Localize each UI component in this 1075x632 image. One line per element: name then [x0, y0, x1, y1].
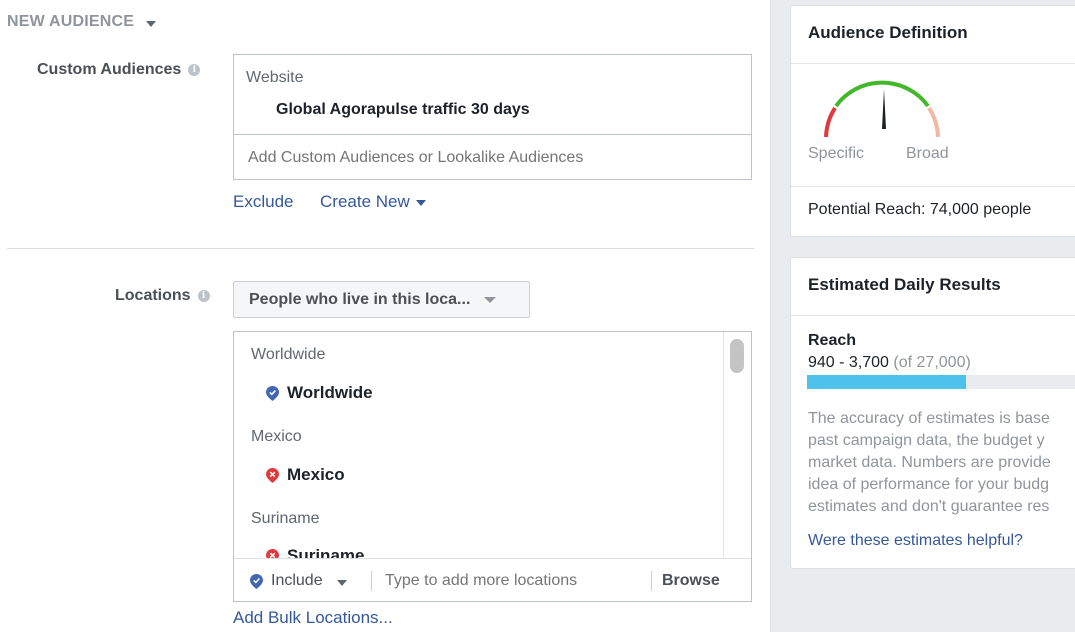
location-search-input[interactable] [372, 572, 651, 590]
disclaimer-line: past campaign data, the budget y [808, 432, 1045, 449]
audience-definition-card: Audience Definition Specific Broad Poten… [790, 5, 1075, 237]
info-icon[interactable]: i [188, 64, 201, 76]
disclaimer-line: idea of performance for your budg [808, 476, 1050, 493]
estimates-sidebar: Audience Definition Specific Broad Poten… [770, 0, 1075, 632]
targeting-panel: NEW AUDIENCE Custom Audiences i Website … [0, 0, 770, 632]
divider [791, 315, 1075, 316]
locations-label: Locations i [115, 287, 210, 305]
excluded-pin-icon [266, 467, 279, 483]
include-label: Include [271, 572, 323, 589]
disclaimer-line: estimates and don't guarantee res [808, 498, 1050, 515]
chevron-down-icon [484, 296, 497, 303]
gauge-specific-label: Specific [808, 145, 865, 162]
create-new-label: Create New [320, 192, 410, 211]
disclaimer-line: market data. Numbers are provide [808, 454, 1051, 471]
estimated-results-title: Estimated Daily Results [808, 275, 1001, 294]
included-pin-icon [266, 385, 279, 401]
locations-box: Worldwide Worldwide Mexico Mexico Surina… [233, 331, 752, 602]
reach-range-value: 940 - 3,700 [808, 354, 889, 371]
location-item[interactable]: Suriname [266, 546, 364, 558]
audience-definition-title: Audience Definition [808, 23, 968, 42]
divider [234, 134, 751, 135]
include-dropdown[interactable]: Include [234, 572, 371, 590]
custom-audiences-label-text: Custom Audiences [37, 61, 182, 78]
custom-audiences-box[interactable]: Website Global Agorapulse traffic 30 day… [233, 54, 752, 180]
locations-list[interactable]: Worldwide Worldwide Mexico Mexico Surina… [234, 332, 722, 558]
reach-progress-fill [807, 375, 966, 389]
reach-total: (of 27,000) [893, 354, 971, 371]
estimates-helpful-link[interactable]: Were these estimates helpful? [808, 532, 1023, 550]
chevron-down-icon[interactable] [146, 20, 157, 27]
potential-reach: Potential Reach: 74,000 people [808, 201, 1032, 218]
custom-audience-group-title: Website [246, 69, 304, 86]
section-divider [7, 248, 754, 249]
custom-audiences-label: Custom Audiences i [37, 61, 201, 79]
location-group-title: Mexico [251, 428, 302, 445]
location-type-value: People who live in this loca... [249, 290, 471, 308]
create-new-dropdown[interactable]: Create New [320, 192, 426, 212]
location-type-select[interactable]: People who live in this loca... [233, 281, 530, 318]
location-item[interactable]: Mexico [266, 465, 345, 485]
location-item[interactable]: Worldwide [266, 383, 373, 403]
audience-size-gauge-icon [824, 80, 940, 138]
divider [791, 63, 1075, 64]
excluded-pin-icon [266, 548, 279, 558]
custom-audiences-input[interactable] [248, 149, 728, 167]
reach-progress-bar [807, 375, 1075, 389]
add-bulk-locations-link[interactable]: Add Bulk Locations... [233, 608, 393, 628]
scrollbar-thumb[interactable] [730, 339, 744, 373]
scrollbar[interactable] [723, 332, 751, 558]
exclude-link[interactable]: Exclude [233, 192, 293, 212]
location-item-label: Mexico [287, 465, 345, 484]
exclude-link-label: Exclude [233, 192, 294, 211]
chevron-down-icon [415, 200, 426, 206]
add-bulk-locations-label: Add Bulk Locations... [233, 608, 393, 627]
included-pin-icon [250, 573, 263, 589]
reach-label: Reach [808, 332, 857, 349]
browse-button[interactable]: Browse [652, 572, 720, 590]
disclaimer-line: The accuracy of estimates is base [808, 410, 1050, 427]
divider [791, 186, 1075, 187]
estimates-helpful-label: Were these estimates helpful? [808, 532, 1023, 549]
new-audience-header[interactable]: NEW AUDIENCE [7, 13, 157, 31]
location-item-label: Worldwide [287, 383, 373, 402]
location-group-title: Worldwide [251, 346, 326, 363]
gauge-broad-label: Broad [906, 145, 949, 162]
info-icon[interactable]: i [197, 290, 210, 302]
location-item-label: Suriname [287, 546, 365, 558]
estimated-daily-results-card: Estimated Daily Results Reach 940 - 3,70… [790, 257, 1075, 569]
estimates-disclaimer: The accuracy of estimates is base past c… [808, 408, 1075, 518]
chevron-down-icon [336, 579, 347, 586]
locations-input-row: Include Browse [234, 558, 751, 601]
custom-audience-selected-item[interactable]: Global Agorapulse traffic 30 days [276, 101, 530, 119]
location-group-title: Suriname [251, 510, 320, 527]
reach-range: 940 - 3,700 (of 27,000) [808, 354, 971, 372]
section-title: NEW AUDIENCE [7, 13, 135, 30]
locations-label-text: Locations [115, 287, 191, 304]
